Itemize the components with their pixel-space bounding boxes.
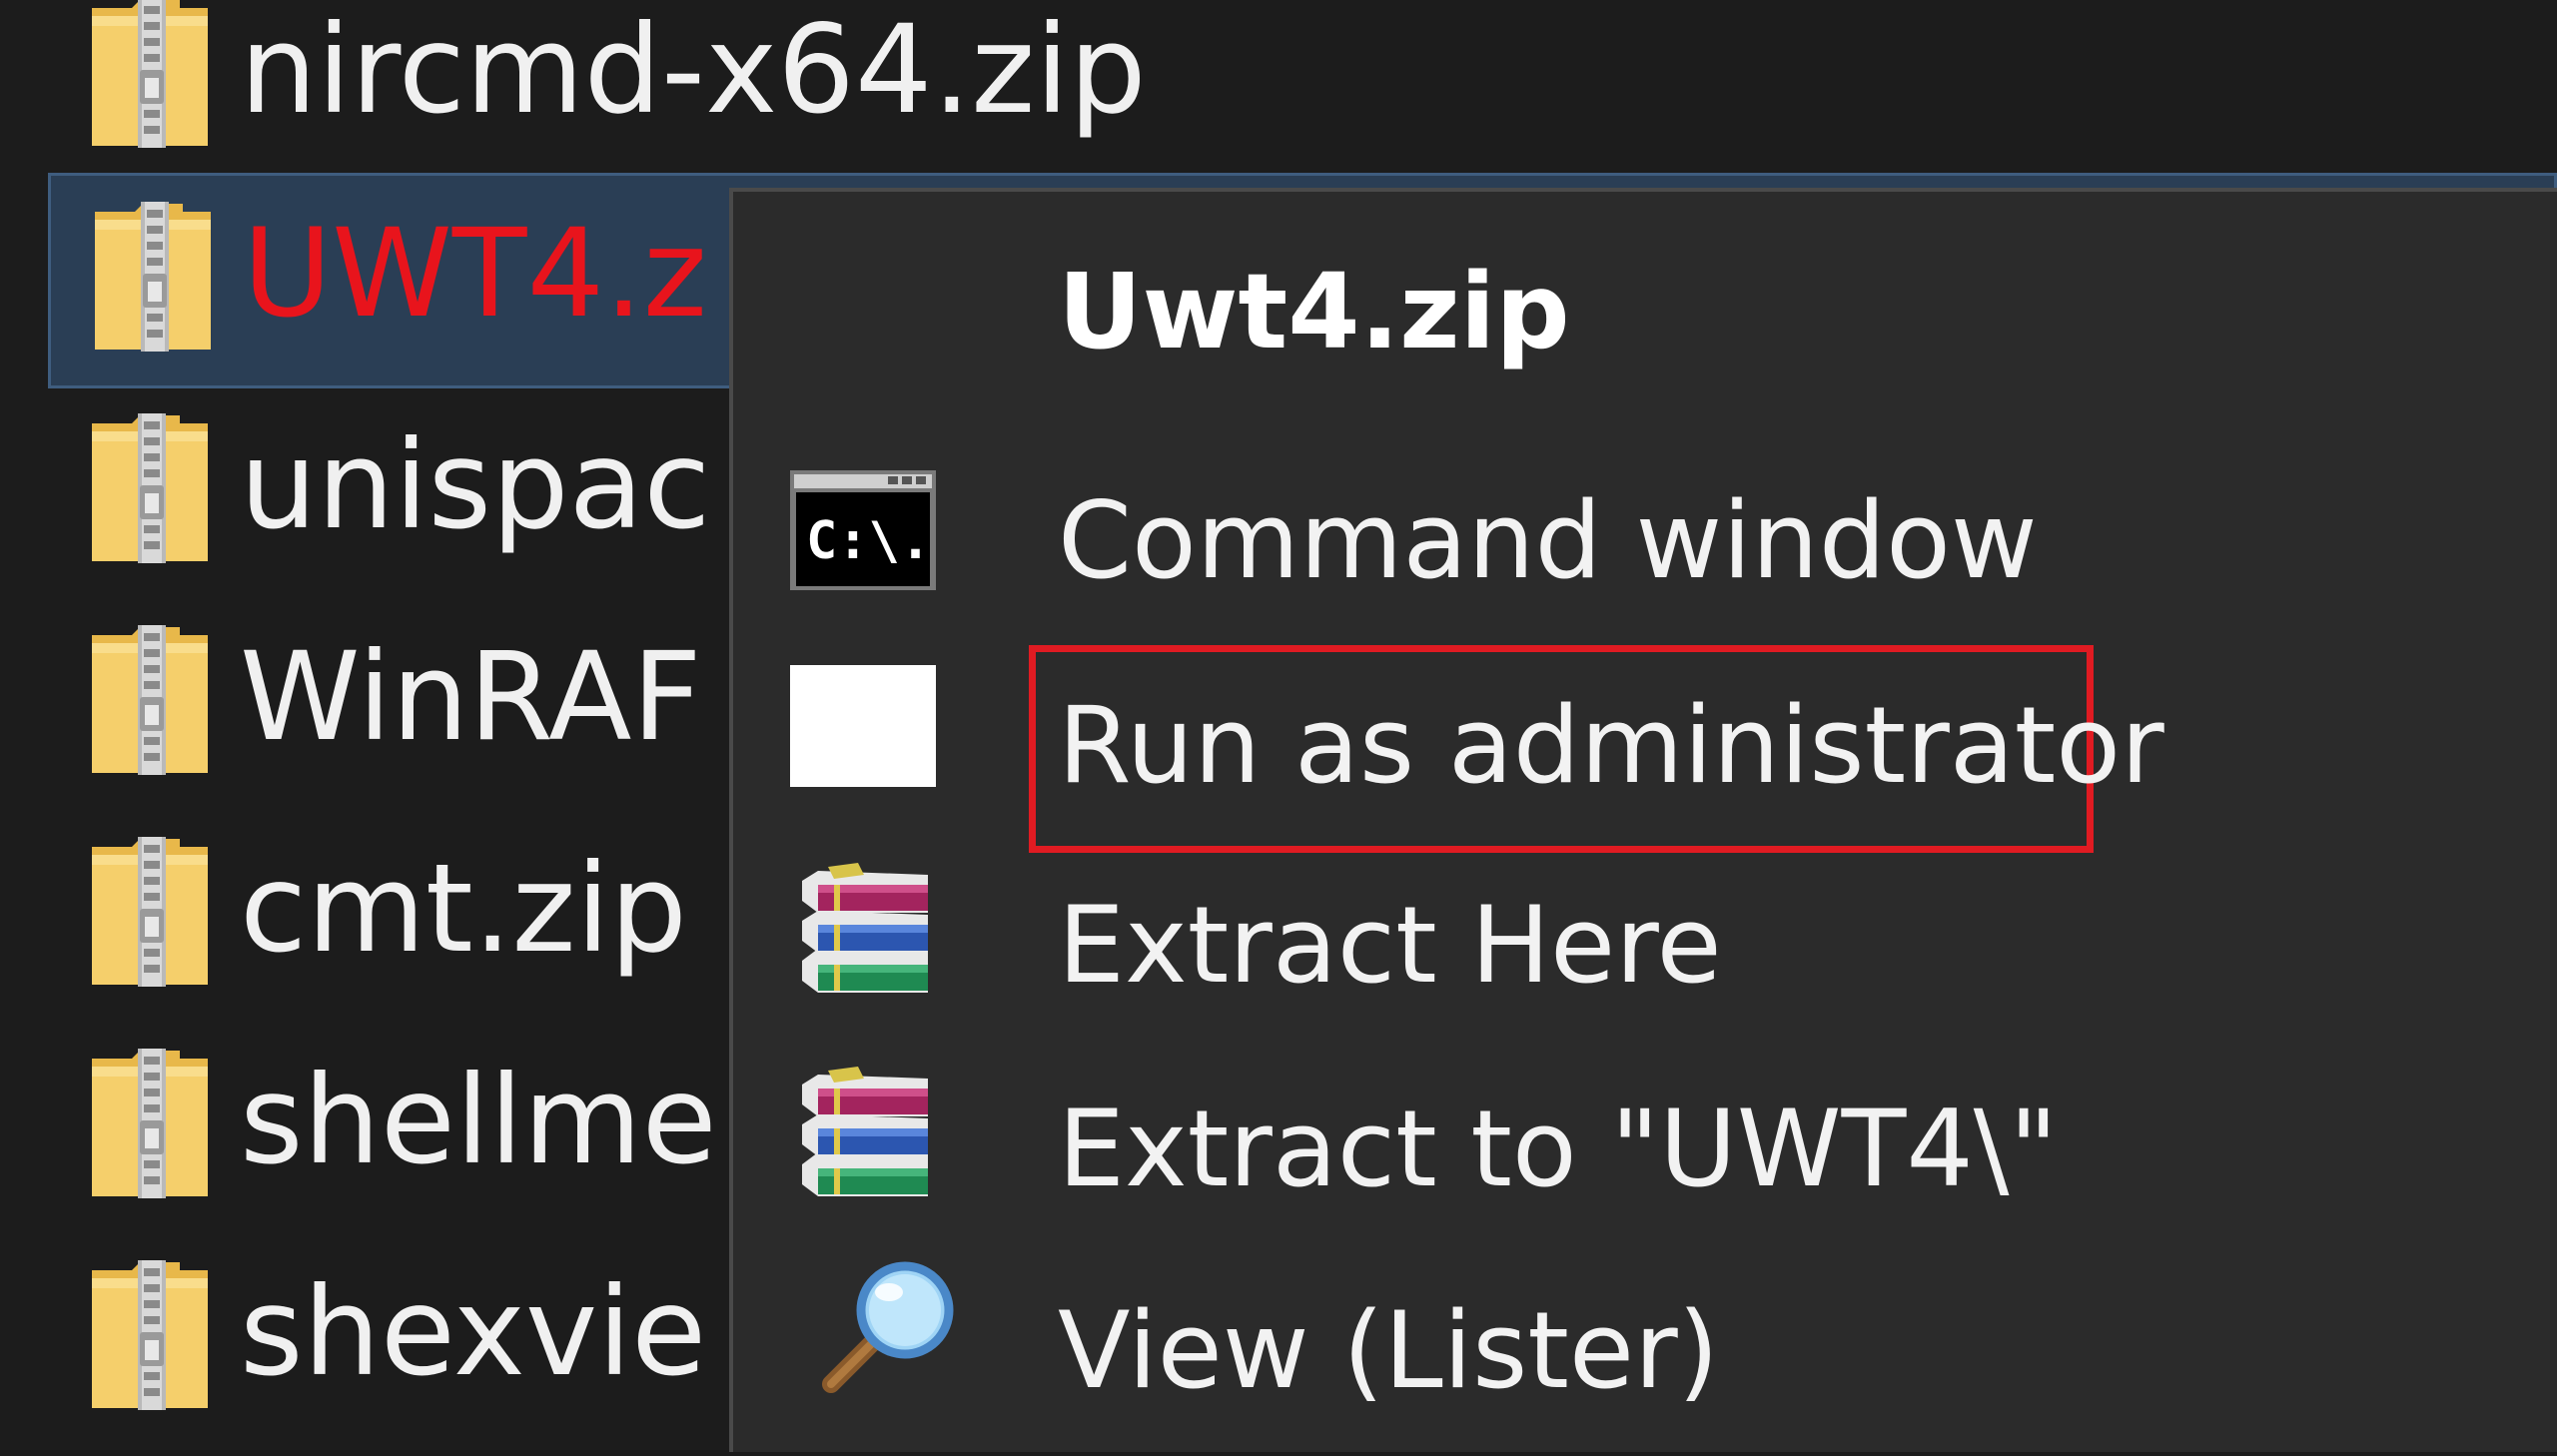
file-name: unispac: [240, 414, 711, 556]
magnifier-icon: [813, 1252, 963, 1402]
zip-file-icon: [88, 0, 212, 148]
zip-file-icon: [88, 1260, 212, 1410]
winrar-icon: [788, 1065, 938, 1214]
file-name: shellme: [240, 1050, 717, 1191]
file-name: WinRAF: [240, 626, 702, 768]
command-prompt-icon: C:\.: [788, 466, 938, 616]
menu-item-label: Extract Here: [1058, 884, 1722, 1007]
zip-file-icon: [88, 1049, 212, 1198]
file-name: nircmd-x64.zip: [240, 0, 1147, 141]
menu-item-view-lister[interactable]: View (Lister): [733, 1256, 2557, 1456]
file-name: cmt.zip: [240, 838, 687, 980]
menu-item-extract-to[interactable]: Extract to "UWT4\": [733, 1055, 2557, 1254]
cmd-icon-text: C:\.: [806, 511, 931, 571]
zip-file-icon: [88, 837, 212, 987]
winrar-icon: [788, 861, 938, 1011]
file-name: shexvie: [240, 1261, 707, 1403]
zip-file-icon: [91, 202, 215, 352]
menu-item-label: View (Lister): [1058, 1289, 1720, 1412]
menu-item-label: Command window: [1058, 479, 2038, 602]
menu-item-extract-here[interactable]: Extract Here: [733, 851, 2557, 1051]
menu-title: Uwt4.zip: [1058, 251, 1570, 372]
file-name: UWT4.z: [243, 203, 707, 345]
menu-item-command-window[interactable]: C:\. Command window: [733, 446, 2557, 646]
zip-file-icon: [88, 413, 212, 563]
zip-file-icon: [88, 625, 212, 775]
file-item[interactable]: nircmd-x64.zip: [48, 0, 2557, 186]
menu-item-run-as-administrator[interactable]: Run as administrator: [733, 645, 2557, 853]
context-menu: Uwt4.zip C:\. Command window Run as admi…: [729, 188, 2557, 1452]
menu-item-label: Extract to "UWT4\": [1058, 1088, 2059, 1210]
menu-item-label: Run as administrator: [1058, 684, 2164, 807]
blank-icon: [788, 663, 938, 813]
